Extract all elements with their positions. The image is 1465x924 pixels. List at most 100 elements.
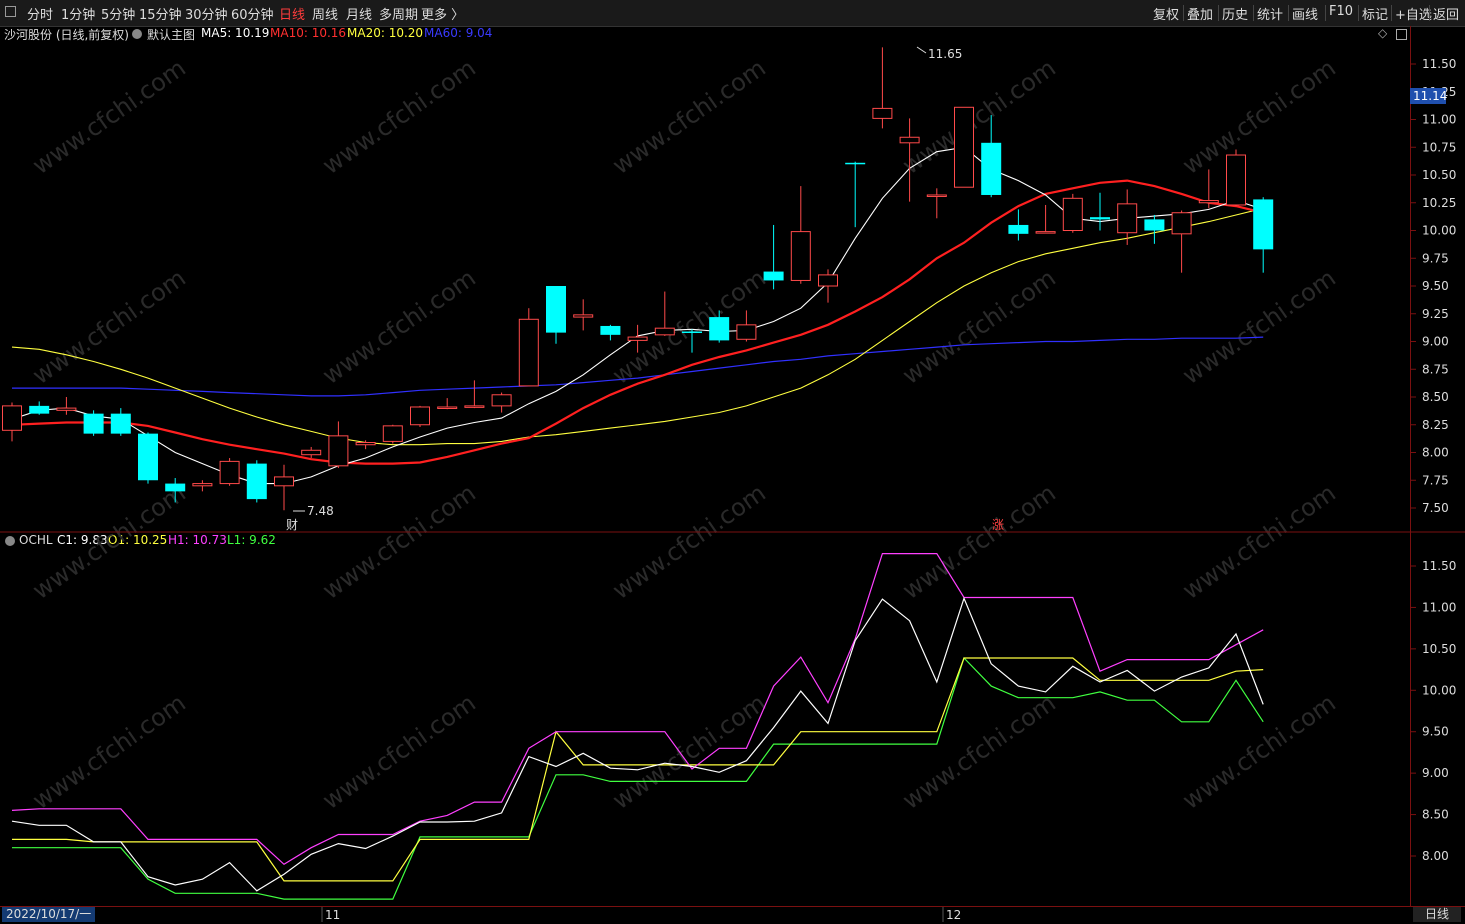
main-ytick-label: 9.25 [1422,307,1449,321]
candle-body-down[interactable] [1090,217,1110,220]
candle-body-up[interactable] [1171,212,1192,235]
ochl-c1-line [11,596,1264,892]
month-label-12: 12 [946,908,961,922]
main-ytick-label: 8.00 [1422,446,1449,460]
main-ytick-label: 10.50 [1422,168,1456,182]
main-ytick-label: 11.50 [1422,57,1456,71]
main-ytick-label: 10.25 [1422,196,1456,210]
candle-body-down[interactable] [600,325,621,335]
ma5-line [11,146,1264,485]
main-ytick-label: 11.00 [1422,113,1456,127]
candle-body-up[interactable] [899,136,920,144]
main-ytick-label: 10.75 [1422,140,1456,154]
watermark-text: www.cfchi.com [27,54,190,180]
watermark-text: www.cfchi.com [317,479,480,605]
candle-body-up[interactable] [56,407,77,411]
stock-chart[interactable]: www.cfchi.com www.cfchi.com www.cfchi.com w… [0,0,1465,924]
watermark-text: www.cfchi.com [897,479,1060,605]
candle-body-down[interactable] [546,286,566,333]
sub-ytick-label: 10.50 [1422,642,1456,656]
candle-body-up[interactable] [491,394,512,407]
candle-body-down[interactable] [110,413,131,434]
candle-body-down[interactable] [29,405,50,414]
sub-ytick-label: 9.50 [1422,725,1449,739]
low-price-label: 7.48 [307,504,334,518]
watermark-text: www.cfchi.com [607,54,770,180]
watermark-text: www.cfchi.com [317,689,480,815]
limit-up-marker-icon[interactable]: 涨 [992,517,1004,532]
candle-body-down[interactable] [246,463,267,500]
watermark-text: www.cfchi.com [1177,479,1340,605]
date-cursor-label: 2022/10/17/一 [2,907,96,922]
main-ytick-label: 8.50 [1422,390,1449,404]
candle-body-down[interactable] [763,271,784,281]
watermark-text: www.cfchi.com [897,264,1060,390]
watermark-text: www.cfchi.com [1177,689,1340,815]
candle-body-up[interactable] [382,425,403,442]
candle-body-up[interactable] [627,336,648,341]
candle-body-down[interactable] [709,317,730,341]
candle-body-up[interactable] [192,483,213,487]
candle-body-down[interactable] [1008,224,1029,234]
candle-body-down[interactable] [83,413,104,434]
watermark-text: www.cfchi.com [1177,264,1340,390]
ochl-h1-line [11,552,1264,866]
main-ytick-label: 10.00 [1422,224,1456,238]
candle-body-down[interactable] [1253,199,1274,250]
candle-body-up[interactable] [328,435,349,467]
finance-marker-icon[interactable]: 财 [286,518,298,532]
candle-body-up[interactable] [355,442,376,446]
watermark-text: www.cfchi.com [1177,54,1340,180]
main-ytick-label: 9.50 [1422,279,1449,293]
candle-body-up[interactable] [1062,197,1083,231]
watermark-text: www.cfchi.com [607,689,770,815]
watermark-text: www.cfchi.com [897,689,1060,815]
main-ytick-label: 9.75 [1422,251,1449,265]
candle-body-up[interactable] [818,274,838,287]
watermark-text: www.cfchi.com [607,479,770,605]
candle-body-up[interactable] [410,406,430,426]
candle-body-down[interactable] [138,433,158,481]
candle-body-up[interactable] [1117,203,1138,234]
month-label-11: 11 [325,908,340,922]
candle-body-down[interactable] [682,331,702,334]
watermark-text: www.cfchi.com [27,689,190,815]
main-ytick-label: 8.25 [1422,418,1449,432]
candle-body-up[interactable] [736,324,757,340]
current-price-text: 11.14 [1413,89,1447,103]
candle-body-up[interactable] [274,476,294,487]
candle-body-down[interactable] [845,162,866,165]
candle-body-up[interactable] [464,405,485,408]
watermark-text: www.cfchi.com [317,264,480,390]
main-ytick-label: 7.50 [1422,501,1449,515]
candle-body-up[interactable] [437,406,458,409]
sub-ytick-label: 11.00 [1422,600,1456,614]
candle-body-up[interactable] [926,194,947,197]
high-price-label: 11.65 [928,47,962,61]
watermark-text: www.cfchi.com [317,54,480,180]
candle-body-up[interactable] [872,107,893,119]
sub-ytick-label: 10.00 [1422,683,1456,697]
candle-body-up[interactable] [954,106,974,188]
watermark-text: www.cfchi.com [27,264,190,390]
watermark-text: www.cfchi.com [27,479,190,605]
candle-body-up[interactable] [1035,231,1056,234]
candle-body-up[interactable] [573,314,594,318]
candle-body-down[interactable] [165,483,186,492]
candle-body-up[interactable] [1226,154,1246,206]
main-ytick-label: 8.75 [1422,362,1449,376]
candle-body-down[interactable] [981,142,1002,195]
candle-body-up[interactable] [1198,200,1219,204]
sub-ytick-label: 8.00 [1422,849,1449,863]
candle-body-up[interactable] [301,449,322,456]
main-ytick-label: 9.00 [1422,335,1449,349]
main-ytick-label: 7.75 [1422,473,1449,487]
period-indicator[interactable]: 日线 [1413,907,1461,922]
candle-body-up[interactable] [518,318,539,387]
candle-body-up[interactable] [219,460,240,485]
candle-body-down[interactable] [1144,219,1165,231]
sub-ytick-label: 9.00 [1422,766,1449,780]
candle-body-up[interactable] [654,327,675,336]
candle-body-up[interactable] [790,231,811,281]
candle-body-up[interactable] [2,405,22,431]
